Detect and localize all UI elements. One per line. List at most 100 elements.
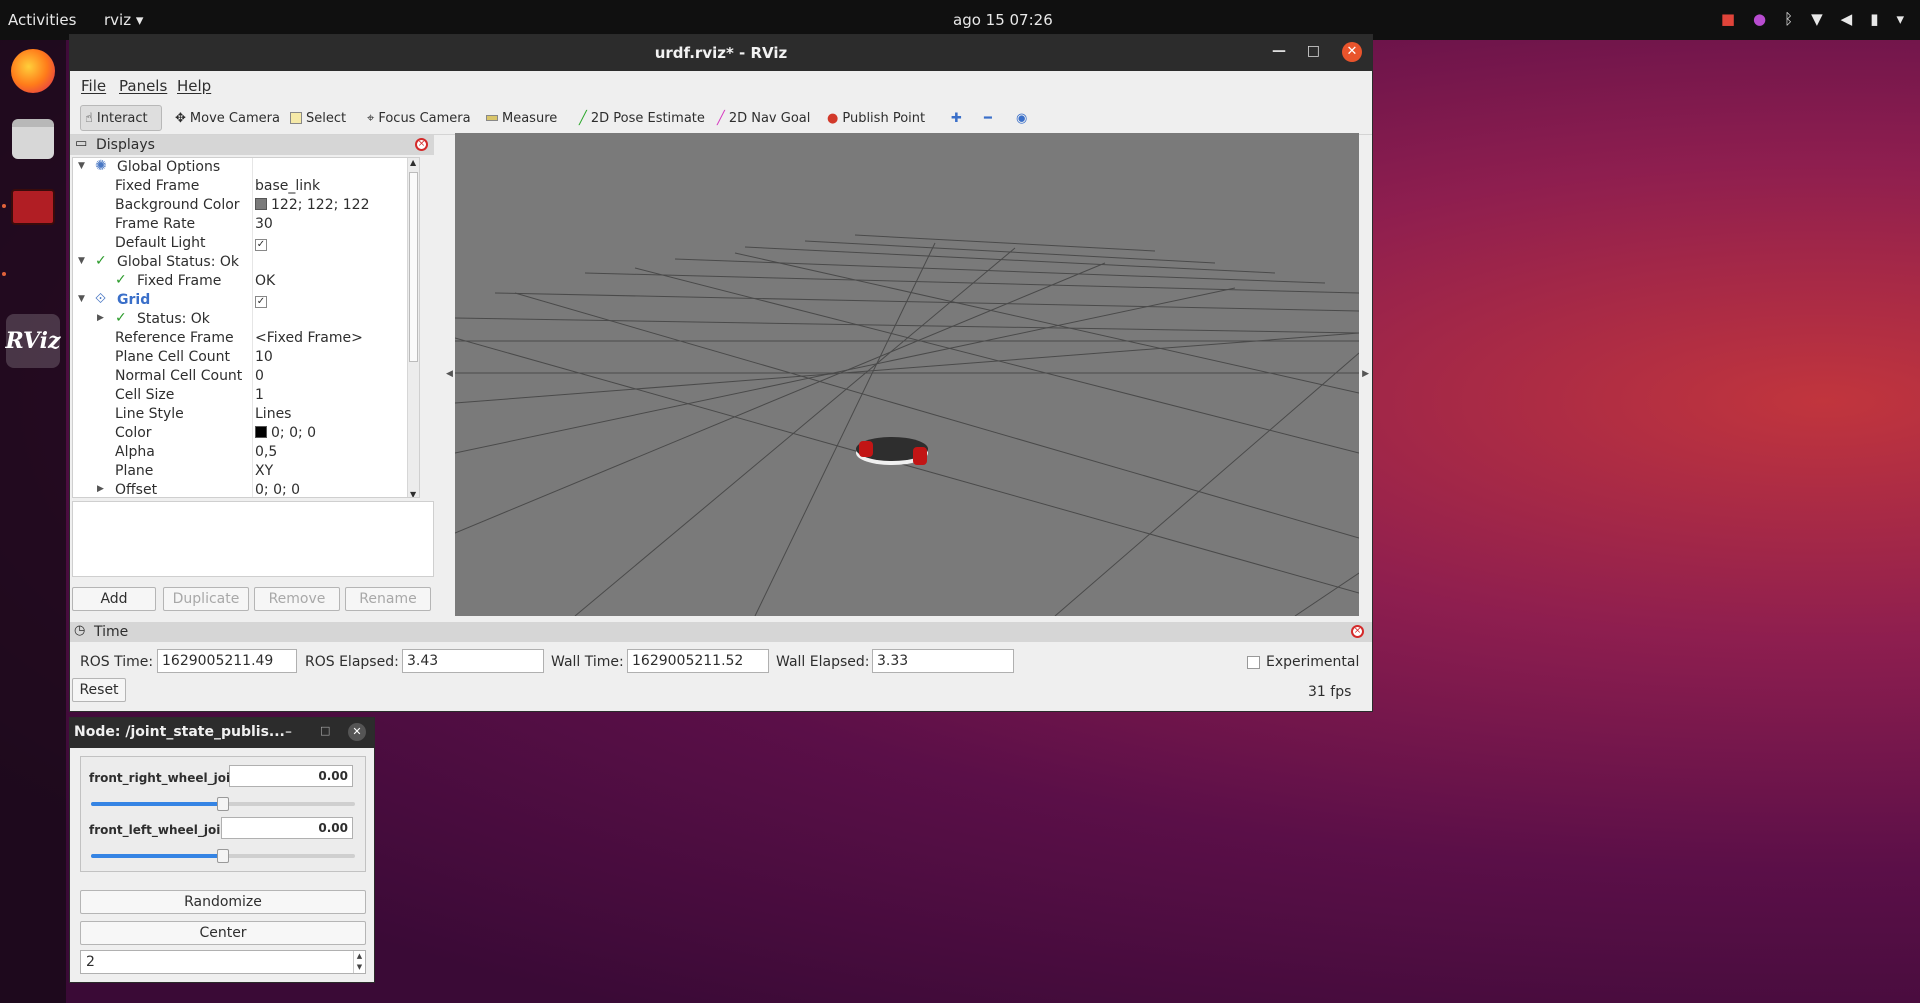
grid-icon: ⟐ — [95, 291, 107, 307]
row-value[interactable]: 0,5 — [255, 444, 277, 460]
checkbox[interactable]: ✓ — [255, 239, 267, 251]
menu-panels[interactable]: Panels — [119, 77, 167, 95]
time-close-icon[interactable]: × — [1351, 625, 1364, 638]
maximize-button[interactable]: □ — [1307, 43, 1320, 59]
row-value[interactable]: 1 — [255, 387, 264, 403]
center-button[interactable]: Center — [80, 921, 366, 945]
collapse-left-icon[interactable]: ◀ — [446, 369, 453, 379]
tree-row-cell-size[interactable]: Cell Size 1 — [73, 386, 419, 405]
tree-row-background-color[interactable]: Background Color 122; 122; 122 — [73, 196, 419, 215]
reset-button[interactable]: Reset — [72, 678, 126, 702]
app-menu[interactable]: rviz ▾ — [104, 11, 143, 29]
tool-focus-camera[interactable]: ⌖ Focus Camera — [363, 105, 475, 131]
checkbox[interactable]: ✓ — [255, 296, 267, 308]
expand-arrow-icon[interactable]: ▼ — [78, 294, 85, 304]
scroll-up-icon[interactable]: ▲ — [410, 158, 416, 167]
tree-row-normal-cell-count[interactable]: Normal Cell Count 0 — [73, 367, 419, 386]
joint-slider-front-left[interactable] — [91, 849, 355, 863]
tool-2d-pose-estimate[interactable]: ╱ 2D Pose Estimate — [575, 105, 709, 131]
remove-tool-button[interactable]: ━ — [980, 105, 996, 131]
tool-move-camera[interactable]: ✥ Move Camera — [171, 105, 284, 131]
row-value[interactable]: 30 — [255, 216, 273, 232]
tool-interact[interactable]: ☝ Interact — [80, 105, 162, 131]
tree-row-status-fixed-frame[interactable]: ✓ Fixed Frame OK — [73, 272, 419, 291]
terminal-launcher[interactable] — [6, 180, 60, 234]
window-titlebar[interactable]: urdf.rviz* - RViz — □ ✕ — [70, 35, 1372, 71]
tree-row-default-light[interactable]: Default Light ✓ — [73, 234, 419, 253]
expand-arrow-icon[interactable]: ▶ — [97, 484, 104, 494]
tree-scrollbar[interactable]: ▲ ▼ — [407, 158, 419, 497]
row-value[interactable]: 10 — [255, 349, 273, 365]
rename-button[interactable]: Rename — [345, 587, 431, 611]
menu-file[interactable]: File — [81, 77, 106, 95]
tree-row-fixed-frame[interactable]: Fixed Frame base_link — [73, 177, 419, 196]
close-button[interactable]: ✕ — [348, 723, 366, 741]
scroll-thumb[interactable] — [409, 172, 418, 362]
spin-box[interactable]: 2 ▲ ▼ — [80, 950, 366, 974]
ros-elapsed-field[interactable]: 3.43 — [402, 649, 544, 673]
row-value[interactable]: Lines — [255, 406, 291, 422]
row-value[interactable]: ✓ — [255, 235, 267, 251]
tree-row-global-status[interactable]: ▼ ✓ Global Status: Ok — [73, 253, 419, 272]
3d-viewport[interactable]: ◀ ▶ — [446, 133, 1369, 616]
maximize-button[interactable]: □ — [320, 724, 330, 737]
ros-time-field[interactable]: 1629005211.49 — [157, 649, 297, 673]
expand-arrow-icon[interactable]: ▼ — [78, 161, 85, 171]
joint-value-front-left[interactable]: 0.00 — [221, 817, 353, 839]
tool-2d-nav-goal[interactable]: ╱ 2D Nav Goal — [713, 105, 814, 131]
spin-arrows-icon[interactable]: ▲ ▼ — [353, 951, 365, 973]
tree-row-plane-cell-count[interactable]: Plane Cell Count 10 — [73, 348, 419, 367]
wall-elapsed-field[interactable]: 3.33 — [872, 649, 1014, 673]
firefox-launcher[interactable] — [6, 44, 60, 98]
expand-arrow-icon[interactable]: ▶ — [97, 313, 104, 323]
row-value[interactable]: 0 — [255, 368, 264, 384]
add-tool-button[interactable]: ✚ — [947, 105, 966, 131]
randomize-button[interactable]: Randomize — [80, 890, 366, 914]
duplicate-button[interactable]: Duplicate — [163, 587, 249, 611]
tool-publish-point[interactable]: ● Publish Point — [823, 105, 929, 131]
slider-knob[interactable] — [217, 849, 229, 863]
collapse-right-icon[interactable]: ▶ — [1362, 369, 1369, 379]
row-value[interactable]: ✓ — [255, 292, 267, 308]
add-button[interactable]: Add — [72, 587, 156, 611]
joint-value-front-right[interactable]: 0.00 — [229, 765, 353, 787]
tool-select[interactable]: Select — [286, 105, 350, 131]
minimize-button[interactable]: – — [285, 724, 292, 740]
row-value[interactable]: base_link — [255, 178, 320, 194]
displays-close-icon[interactable]: × — [415, 138, 428, 151]
close-button[interactable]: ✕ — [1342, 42, 1362, 62]
tree-row-plane[interactable]: Plane XY — [73, 462, 419, 481]
tree-row-global-options[interactable]: ▼ ✺ Global Options — [73, 158, 419, 177]
row-value[interactable]: 122; 122; 122 — [255, 197, 370, 213]
checkmark-icon: ✓ — [115, 272, 127, 288]
remove-button[interactable]: Remove — [254, 587, 340, 611]
wall-time-field[interactable]: 1629005211.52 — [627, 649, 769, 673]
tree-row-color[interactable]: Color 0; 0; 0 — [73, 424, 419, 443]
row-value[interactable]: 0; 0; 0 — [255, 482, 300, 497]
row-value[interactable]: <Fixed Frame> — [255, 330, 363, 346]
tree-row-alpha[interactable]: Alpha 0,5 — [73, 443, 419, 462]
tool-properties-button[interactable]: ◉ — [1012, 105, 1031, 131]
tree-row-line-style[interactable]: Line Style Lines — [73, 405, 419, 424]
files-launcher[interactable] — [6, 112, 60, 166]
tree-row-grid[interactable]: ▼ ⟐ Grid ✓ — [73, 291, 419, 310]
menu-help[interactable]: Help — [177, 77, 211, 95]
joint-slider-front-right[interactable] — [91, 797, 355, 811]
tool-measure[interactable]: Measure — [482, 105, 561, 131]
experimental-checkbox[interactable] — [1247, 656, 1260, 669]
minimize-button[interactable]: — — [1272, 43, 1286, 59]
row-value[interactable]: XY — [255, 463, 273, 479]
expand-arrow-icon[interactable]: ▼ — [78, 256, 85, 266]
slider-knob[interactable] — [217, 797, 229, 811]
scroll-down-icon[interactable]: ▼ — [410, 490, 416, 497]
tree-row-reference-frame[interactable]: Reference Frame <Fixed Frame> — [73, 329, 419, 348]
clock[interactable]: ago 15 07:26 — [953, 11, 1053, 29]
tree-row-grid-status[interactable]: ▶ ✓ Status: Ok — [73, 310, 419, 329]
tree-row-frame-rate[interactable]: Frame Rate 30 — [73, 215, 419, 234]
rviz-launcher[interactable]: RViz — [5, 314, 61, 368]
row-value[interactable]: 0; 0; 0 — [255, 425, 316, 441]
jsp-titlebar[interactable]: Node: /joint_state_publis... – □ ✕ — [70, 718, 374, 748]
system-tray[interactable]: ■ ● ᛒ ▼ ◀ ▮ ▾ — [1721, 10, 1904, 28]
activities-button[interactable]: Activities — [8, 11, 76, 29]
tree-row-offset[interactable]: ▶ Offset 0; 0; 0 — [73, 481, 419, 497]
